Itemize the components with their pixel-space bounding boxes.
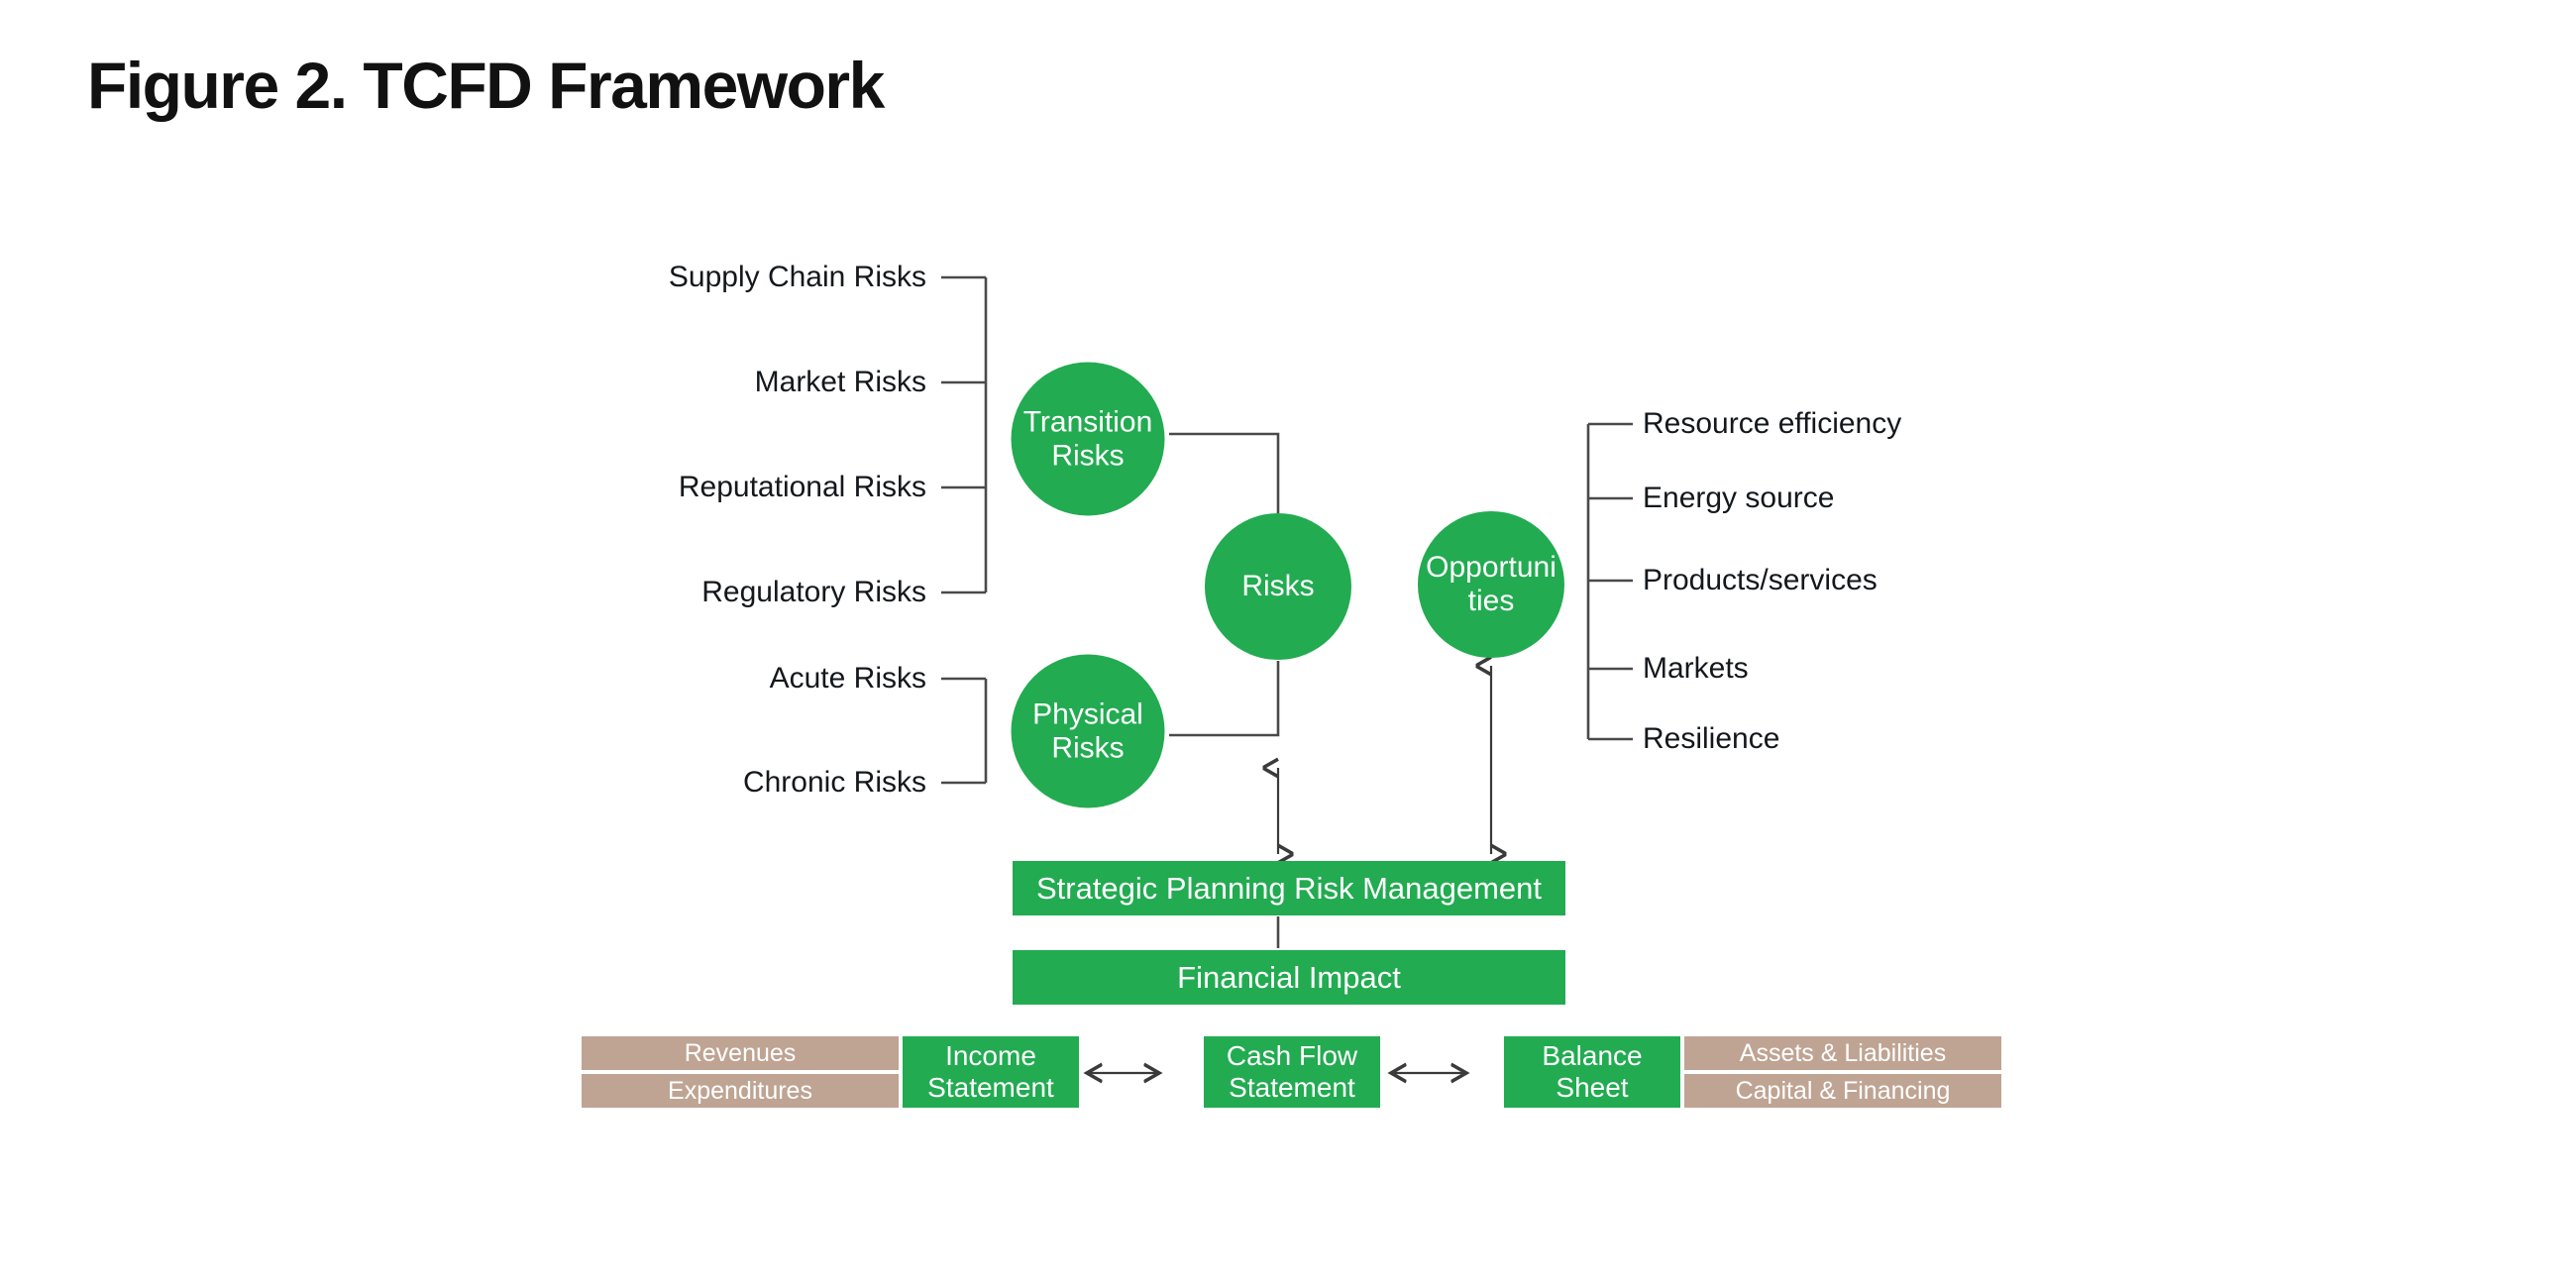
- tan-box-assets-liabilities: Assets & Liabilities: [1684, 1036, 2001, 1070]
- tan-box-capital-financing: Capital & Financing: [1684, 1074, 2001, 1108]
- node-transition-risks: Transition Risks: [1011, 362, 1165, 516]
- stmt-balance-line2: Sheet: [1556, 1072, 1629, 1103]
- leaf-label-energy-source: Energy source: [1643, 482, 1835, 514]
- node-physical-risks-line2: Risks: [1051, 731, 1125, 764]
- node-transition-risks-line2: Risks: [1051, 439, 1125, 472]
- leaf-label-market-risks: Market Risks: [754, 366, 926, 398]
- leaf-label-markets: Markets: [1643, 652, 1749, 685]
- leaf-label-resource-efficiency: Resource efficiency: [1643, 407, 1902, 440]
- stmt-income-line1: Income: [945, 1039, 1036, 1071]
- leaf-label-products-services: Products/services: [1643, 564, 1878, 596]
- leaf-label-resilience: Resilience: [1643, 722, 1780, 755]
- stmt-cash-flow-line1: Cash Flow: [1226, 1039, 1358, 1071]
- node-opportunities-line1: Opportuni: [1426, 551, 1556, 585]
- stmt-box-balance-sheet: Balance Sheet: [1504, 1036, 1680, 1108]
- leaf-label-acute-risks: Acute Risks: [769, 662, 926, 695]
- stmt-income-line2: Statement: [927, 1072, 1054, 1103]
- leaf-label-supply-chain-risks: Supply Chain Risks: [668, 261, 926, 293]
- node-physical-risks-line1: Physical: [1032, 698, 1143, 731]
- leaf-label-reputational-risks: Reputational Risks: [678, 471, 926, 503]
- stmt-box-income-statement: Income Statement: [903, 1036, 1079, 1108]
- leaf-label-regulatory-risks: Regulatory Risks: [701, 576, 926, 608]
- node-opportunities-line2: ties: [1467, 585, 1515, 617]
- leaf-label-chronic-risks: Chronic Risks: [742, 766, 926, 799]
- tan-box-expenditures: Expenditures: [582, 1074, 899, 1108]
- node-risks: Risks: [1205, 513, 1351, 660]
- node-risks-line1: Risks: [1241, 570, 1315, 603]
- node-opportunities: Opportuni ties: [1418, 511, 1564, 658]
- stmt-cash-flow-line2: Statement: [1229, 1072, 1355, 1103]
- node-transition-risks-line1: Transition: [1022, 405, 1153, 439]
- tan-box-revenues: Revenues: [582, 1036, 899, 1070]
- node-physical-risks: Physical Risks: [1011, 654, 1165, 808]
- stmt-box-cash-flow-statement: Cash Flow Statement: [1204, 1036, 1380, 1108]
- stmt-balance-line1: Balance: [1542, 1039, 1643, 1071]
- bar-financial-impact: Financial Impact: [1013, 950, 1565, 1005]
- bar-strategic-planning-risk-management: Strategic Planning Risk Management: [1013, 861, 1565, 915]
